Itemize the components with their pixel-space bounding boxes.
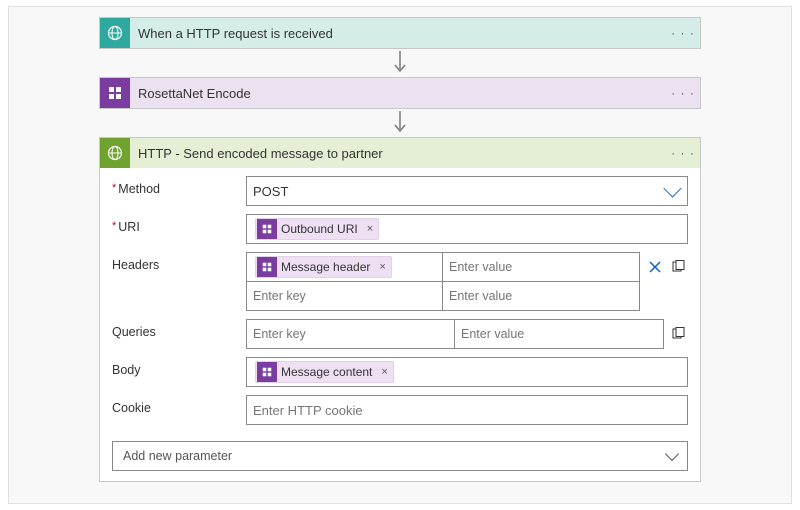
uri-input[interactable]: Outbound URI ×: [246, 214, 688, 244]
step-title: When a HTTP request is received: [130, 26, 666, 41]
step-http-send: HTTP - Send encoded message to partner ·…: [99, 137, 701, 482]
label-cookie: Cookie: [112, 401, 151, 415]
label-queries: Queries: [112, 325, 156, 339]
delete-header-button[interactable]: [646, 258, 664, 276]
connector-arrow: [9, 51, 791, 75]
token-message-header[interactable]: Message header ×: [255, 256, 392, 278]
http-trigger-icon: [100, 18, 130, 48]
queries-grid: Enter key Enter value: [246, 319, 664, 349]
step-properties: *Method POST *URI Outbound URI ×: [100, 168, 700, 435]
token-message-content[interactable]: Message content ×: [255, 361, 394, 383]
token-icon: [257, 362, 277, 382]
required-marker: *: [112, 182, 116, 196]
token-remove[interactable]: ×: [376, 366, 392, 378]
token-icon: [257, 257, 277, 277]
row-queries: Queries Enter key Enter value: [112, 319, 688, 349]
switch-mode-button[interactable]: [670, 258, 688, 276]
header-key-0[interactable]: Message header ×: [246, 252, 443, 282]
label-method: Method: [118, 182, 160, 196]
query-value-0[interactable]: Enter value: [454, 319, 664, 349]
body-input[interactable]: Message content ×: [246, 357, 688, 387]
row-cookie: Cookie Enter HTTP cookie: [112, 395, 688, 425]
headers-grid: Message header × Enter value Enter key E…: [246, 252, 640, 311]
row-headers: Headers Message header × Enter value Ent…: [112, 252, 688, 311]
switch-mode-button[interactable]: [670, 325, 688, 343]
query-key-0[interactable]: Enter key: [246, 319, 455, 349]
step-more-button[interactable]: · · ·: [666, 86, 700, 100]
row-body: Body Message content ×: [112, 357, 688, 387]
header-value-1[interactable]: Enter value: [442, 281, 640, 311]
step-more-button[interactable]: · · ·: [666, 26, 700, 40]
token-remove[interactable]: ×: [374, 261, 390, 273]
step-title: HTTP - Send encoded message to partner: [130, 146, 666, 161]
designer-canvas: When a HTTP request is received · · · Ro…: [8, 6, 792, 504]
step-http-trigger[interactable]: When a HTTP request is received · · ·: [99, 17, 701, 49]
cookie-input[interactable]: Enter HTTP cookie: [246, 395, 688, 425]
row-uri: *URI Outbound URI ×: [112, 214, 688, 244]
step-header[interactable]: HTTP - Send encoded message to partner ·…: [100, 138, 700, 168]
label-uri: URI: [118, 220, 140, 234]
rosettanet-icon: [100, 78, 130, 108]
step-rosettanet-encode[interactable]: RosettaNet Encode · · ·: [99, 77, 701, 109]
method-dropdown[interactable]: POST: [246, 176, 688, 206]
step-title: RosettaNet Encode: [130, 86, 666, 101]
label-headers: Headers: [112, 258, 159, 272]
token-remove[interactable]: ×: [362, 223, 378, 235]
token-icon: [257, 219, 277, 239]
label-body: Body: [112, 363, 141, 377]
header-key-1[interactable]: Enter key: [246, 281, 443, 311]
row-method: *Method POST: [112, 176, 688, 206]
header-value-0[interactable]: Enter value: [442, 252, 640, 282]
required-marker: *: [112, 220, 116, 234]
token-outbound-uri[interactable]: Outbound URI ×: [255, 218, 379, 240]
http-action-icon: [100, 138, 130, 168]
add-parameter-dropdown[interactable]: Add new parameter: [112, 441, 688, 471]
connector-arrow: [9, 111, 791, 135]
step-more-button[interactable]: · · ·: [666, 146, 700, 160]
